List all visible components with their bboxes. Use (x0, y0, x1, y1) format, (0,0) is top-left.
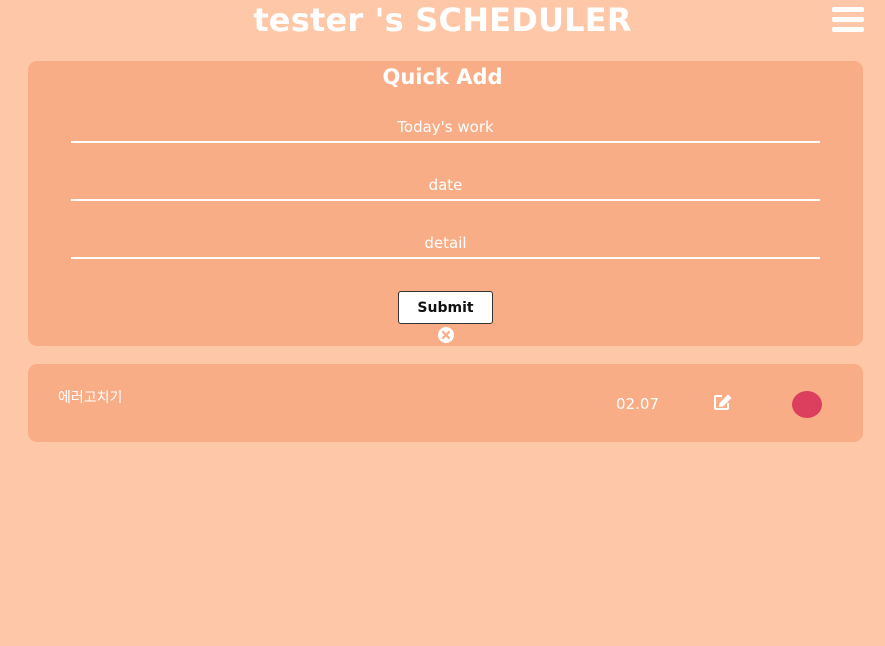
todays-work-input[interactable] (71, 113, 820, 143)
edit-glyph (714, 394, 732, 410)
quick-add-title: Quick Add (382, 65, 503, 89)
menu-bar (832, 17, 864, 22)
hamburger-menu-icon[interactable] (832, 6, 864, 33)
submit-button[interactable]: Submit (398, 291, 493, 324)
close-glyph (441, 330, 451, 340)
header: tester 's SCHEDULER (0, 0, 885, 40)
status-dot[interactable] (792, 391, 822, 418)
edit-icon[interactable] (713, 393, 733, 411)
task-card[interactable] (28, 364, 863, 442)
task-date: 02.07 (616, 395, 659, 413)
close-circle-icon[interactable] (438, 327, 454, 343)
detail-input[interactable] (71, 229, 820, 259)
menu-bar (832, 7, 864, 12)
task-title: 에러고치기 (58, 390, 123, 406)
page-title: tester 's SCHEDULER (253, 1, 632, 39)
menu-bar (832, 27, 864, 32)
date-input[interactable] (71, 171, 820, 201)
